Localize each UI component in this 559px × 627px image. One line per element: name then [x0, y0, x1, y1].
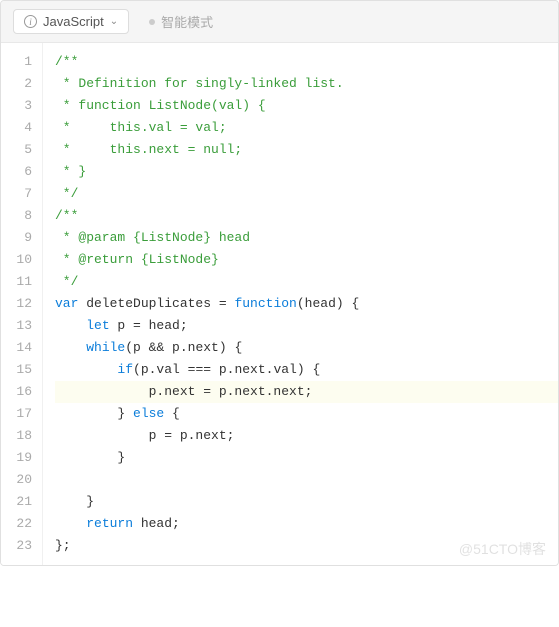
- line-number: 2: [1, 73, 32, 95]
- code-line: * @return {ListNode}: [55, 249, 558, 271]
- line-number: 17: [1, 403, 32, 425]
- line-number: 18: [1, 425, 32, 447]
- line-number: 23: [1, 535, 32, 557]
- line-number: 11: [1, 271, 32, 293]
- code-snippet-container: i JavaScript ⌄ 智能模式 12345678910111213141…: [0, 0, 559, 566]
- code-line: * Definition for singly-linked list.: [55, 73, 558, 95]
- line-number: 4: [1, 117, 32, 139]
- code-line: while(p && p.next) {: [55, 337, 558, 359]
- language-label: JavaScript: [43, 14, 104, 29]
- line-number: 5: [1, 139, 32, 161]
- code-line: * this.val = val;: [55, 117, 558, 139]
- code-line: * @param {ListNode} head: [55, 227, 558, 249]
- line-number: 19: [1, 447, 32, 469]
- code-line: }: [55, 491, 558, 513]
- language-select[interactable]: i JavaScript ⌄: [13, 9, 129, 34]
- code-line: /**: [55, 205, 558, 227]
- code-line: p.next = p.next.next;: [55, 381, 558, 403]
- status-dot-icon: [149, 19, 155, 25]
- line-number: 21: [1, 491, 32, 513]
- code-area: 1234567891011121314151617181920212223 /*…: [1, 43, 558, 565]
- mode-indicator: 智能模式: [149, 12, 213, 31]
- code-line: }: [55, 447, 558, 469]
- code-line: [55, 469, 558, 491]
- line-number: 1: [1, 51, 32, 73]
- code-line: p = p.next;: [55, 425, 558, 447]
- code-line: };: [55, 535, 558, 557]
- line-number: 9: [1, 227, 32, 249]
- header-bar: i JavaScript ⌄ 智能模式: [1, 1, 558, 43]
- code-line: if(p.val === p.next.val) {: [55, 359, 558, 381]
- line-number: 3: [1, 95, 32, 117]
- code-line: return head;: [55, 513, 558, 535]
- code-line: * }: [55, 161, 558, 183]
- line-number: 13: [1, 315, 32, 337]
- line-number: 15: [1, 359, 32, 381]
- line-number: 20: [1, 469, 32, 491]
- line-number: 12: [1, 293, 32, 315]
- info-icon: i: [24, 15, 37, 28]
- code-line: * this.next = null;: [55, 139, 558, 161]
- line-number: 22: [1, 513, 32, 535]
- code-line: let p = head;: [55, 315, 558, 337]
- code-body[interactable]: /** * Definition for singly-linked list.…: [43, 43, 558, 565]
- line-number: 6: [1, 161, 32, 183]
- code-line: } else {: [55, 403, 558, 425]
- line-number: 8: [1, 205, 32, 227]
- code-line: /**: [55, 51, 558, 73]
- mode-label: 智能模式: [161, 12, 213, 31]
- code-line: * function ListNode(val) {: [55, 95, 558, 117]
- chevron-down-icon: ⌄: [110, 16, 118, 27]
- code-line: */: [55, 183, 558, 205]
- line-number: 7: [1, 183, 32, 205]
- line-number-gutter: 1234567891011121314151617181920212223: [1, 43, 43, 565]
- code-line: var deleteDuplicates = function(head) {: [55, 293, 558, 315]
- code-line: */: [55, 271, 558, 293]
- line-number: 10: [1, 249, 32, 271]
- line-number: 16: [1, 381, 32, 403]
- line-number: 14: [1, 337, 32, 359]
